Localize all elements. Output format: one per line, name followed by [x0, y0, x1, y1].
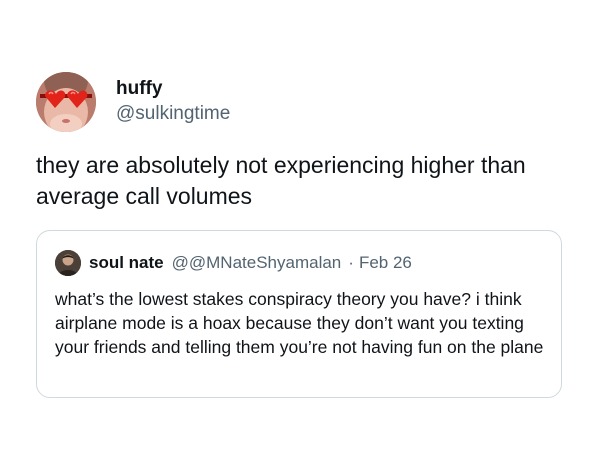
person-avatar-icon [55, 250, 81, 276]
author-display-name[interactable]: huffy [116, 78, 230, 100]
quoted-author-handle[interactable]: @@MNateShyamalan [172, 253, 342, 273]
quoted-tweet-date[interactable]: Feb 26 [359, 253, 412, 273]
quoted-tweet-text: what’s the lowest stakes conspiracy theo… [55, 289, 544, 357]
author-handle[interactable]: @sulkingtime [116, 102, 230, 126]
quoted-author-avatar[interactable] [55, 250, 81, 276]
tweet: huffy @sulkingtime [36, 70, 566, 132]
tweet-author: huffy @sulkingtime [36, 70, 566, 132]
quoted-author-display-name[interactable]: soul nate [89, 253, 164, 273]
separator-dot: · [348, 253, 354, 272]
quoted-tweet[interactable]: soul nate @@MNateShyamalan · Feb 26 what… [36, 230, 562, 398]
author-names: huffy @sulkingtime [116, 78, 230, 126]
author-avatar[interactable] [36, 72, 96, 132]
heart-sunglasses-icon [36, 72, 96, 132]
tweet-text: they are absolutely not experiencing hig… [36, 152, 526, 209]
quoted-tweet-header: soul nate @@MNateShyamalan · Feb 26 [55, 249, 412, 277]
